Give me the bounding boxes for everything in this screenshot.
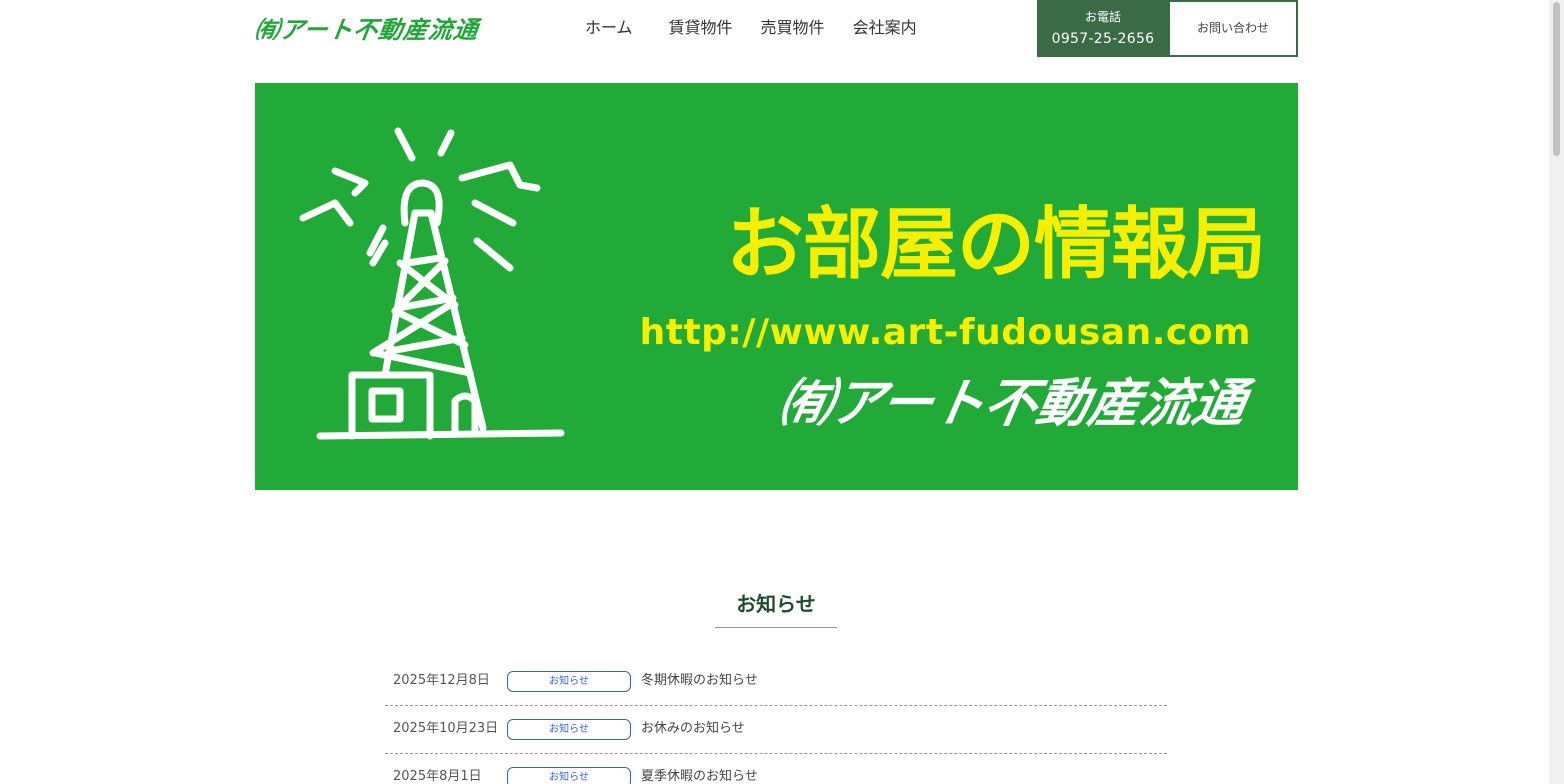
hero-title: お部屋の情報局: [725, 200, 1266, 290]
contact-button[interactable]: お問い合わせ: [1168, 0, 1298, 57]
site-logo[interactable]: ㈲アート不動産流通: [253, 14, 487, 46]
news-item[interactable]: 2025年10月23日 お知らせ お休みのお知らせ: [385, 706, 1167, 754]
phone-box[interactable]: お電話 0957-25-2656: [1037, 0, 1169, 57]
nav-rental[interactable]: 賃貸物件: [669, 14, 733, 42]
news-list: 2025年12月8日 お知らせ 冬期休暇のお知らせ 2025年10月23日 お知…: [385, 658, 1167, 784]
nav-company[interactable]: 会社案内: [853, 14, 917, 42]
main-nav: ホーム 賃貸物件 売買物件 会社案内: [585, 14, 917, 42]
news-date: 2025年8月1日: [393, 769, 482, 784]
news-category-badge[interactable]: お知らせ: [507, 767, 631, 784]
news-category-badge[interactable]: お知らせ: [507, 719, 631, 740]
news-date: 2025年10月23日: [393, 721, 499, 736]
nav-sale[interactable]: 売買物件: [761, 14, 825, 42]
hero-url: http://www.art-fudousan.com: [639, 312, 1251, 353]
news-date: 2025年12月8日: [393, 673, 490, 688]
phone-label: お電話: [1084, 10, 1121, 24]
news-heading: お知らせ: [736, 592, 816, 616]
scrollbar-thumb[interactable]: [1553, 2, 1560, 156]
news-title-link[interactable]: 冬期休暇のお知らせ: [641, 671, 758, 691]
news-item[interactable]: 2025年8月1日 お知らせ 夏季休暇のお知らせ: [385, 754, 1167, 784]
news-category-badge[interactable]: お知らせ: [507, 671, 631, 692]
news-heading-divider: [715, 627, 837, 628]
hero-company-logo: ㈲アート不動産流通: [774, 374, 1251, 434]
phone-number: 0957-25-2656: [1051, 31, 1155, 47]
vertical-scrollbar[interactable]: [1549, 0, 1564, 784]
hero-banner: お部屋の情報局 http://www.art-fudousan.com ㈲アート…: [255, 83, 1298, 490]
nav-home[interactable]: ホーム: [585, 14, 633, 42]
news-title-link[interactable]: お休みのお知らせ: [641, 719, 745, 739]
news-title-link[interactable]: 夏季休暇のお知らせ: [641, 767, 758, 784]
page: ㈲アート不動産流通 ホーム 賃貸物件 売買物件 会社案内 お電話 0957-25…: [0, 0, 1564, 784]
news-item[interactable]: 2025年12月8日 お知らせ 冬期休暇のお知らせ: [385, 658, 1167, 706]
radio-tower-icon: [299, 127, 565, 440]
